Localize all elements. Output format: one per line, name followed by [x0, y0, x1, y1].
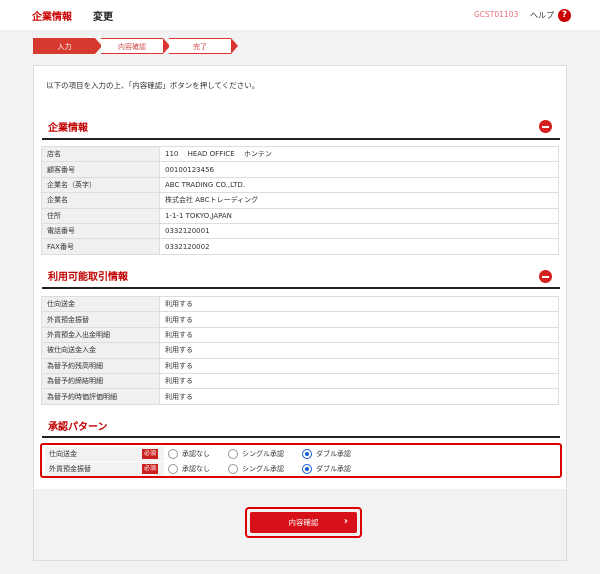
help-label: ヘルプ: [530, 11, 554, 20]
table-row: FAX番号 0332120002: [41, 238, 559, 255]
table-row: 企業名（英字） ABC TRADING CO.,LTD.: [41, 176, 559, 194]
row-value: 1-1-1 TOKYO,JAPAN: [159, 207, 559, 224]
table-row: 為替予約残高明細 利用する: [41, 357, 559, 374]
row-label: 外貨預金入出金明細: [41, 326, 160, 344]
row-label: 企業名（英字）: [41, 176, 160, 194]
row-value: ABC TRADING CO.,LTD.: [159, 176, 559, 194]
radio-double-approval[interactable]: ダブル承認: [302, 449, 351, 459]
radio-button-selected[interactable]: [302, 464, 313, 474]
section-divider: [42, 287, 560, 289]
table-row: 店名 110 HEAD OFFICE ホンテン: [41, 145, 559, 163]
approval-pattern-box: 仕向送金 必須 承認なし シングル承認 ダブル承認 外貨預金振替 必須 承認なし…: [40, 443, 562, 478]
section-divider: [42, 436, 560, 438]
radio-single-approval[interactable]: シングル承認: [228, 464, 284, 474]
radio-no-approval[interactable]: 承認なし: [168, 449, 210, 459]
row-label: 被仕向送金入金: [41, 342, 160, 359]
collapse-transactions-icon[interactable]: [539, 270, 552, 283]
row-value: 利用する: [159, 372, 559, 390]
approval-row-remittance: 仕向送金 必須 承認なし シングル承認 ダブル承認: [45, 447, 557, 461]
collapse-company-info-icon[interactable]: [539, 120, 552, 133]
row-value: 利用する: [159, 342, 559, 359]
row-label: FAX番号: [41, 238, 160, 255]
radio-double-approval[interactable]: ダブル承認: [302, 464, 351, 474]
row-value: 利用する: [159, 357, 559, 374]
chevron-right-icon: ›: [343, 516, 348, 527]
approval-title: 承認パターン: [48, 422, 108, 433]
screen-id: GCST01103: [474, 10, 519, 19]
page-title: 企業情報: [32, 12, 72, 23]
instruction-text: 以下の項目を入力の上、「内容確認」ボタンを押してください。: [46, 81, 260, 90]
approval-radio-group: 承認なし シングル承認 ダブル承認: [164, 447, 557, 461]
row-label: 企業名: [41, 192, 160, 209]
row-label: 顧客番号: [41, 161, 160, 178]
main-panel: 以下の項目を入力の上、「内容確認」ボタンを押してください。 企業情報 店名 110…: [33, 65, 567, 561]
help-icon: ?: [558, 9, 571, 22]
radio-label: 承認なし: [182, 465, 211, 473]
approval-row-label: 外貨預金振替: [49, 465, 91, 473]
radio-label: シングル承認: [242, 465, 285, 473]
row-value: 利用する: [159, 326, 559, 344]
radio-button-selected[interactable]: [302, 449, 313, 459]
confirm-button[interactable]: 内容確認 ›: [250, 512, 357, 533]
row-value: 00100123456: [159, 161, 559, 178]
table-row: 仕向送金 利用する: [41, 295, 559, 313]
radio-button[interactable]: [228, 464, 239, 474]
row-label: 仕向送金: [41, 295, 160, 313]
top-bar: 企業情報 変更 GCST01103 ヘルプ ?: [0, 0, 600, 30]
row-label: 外貨預金振替: [41, 311, 160, 328]
table-row: 住所 1-1-1 TOKYO,JAPAN: [41, 207, 559, 224]
step-confirm: 内容確認: [101, 38, 170, 54]
confirm-button-label: 内容確認: [288, 518, 319, 527]
row-label: 為替予約締結明細: [41, 372, 160, 390]
approval-row-label: 仕向送金: [49, 450, 77, 458]
table-row: 外貨預金入出金明細 利用する: [41, 326, 559, 344]
approval-radio-group: 承認なし シングル承認 ダブル承認: [164, 462, 557, 476]
table-row: 被仕向送金入金 利用する: [41, 342, 559, 359]
radio-label: 承認なし: [182, 450, 211, 458]
row-label: 為替予約時価評価明細: [41, 388, 160, 405]
row-value: 0332120001: [159, 222, 559, 240]
row-label: 住所: [41, 207, 160, 224]
company-info-table: 店名 110 HEAD OFFICE ホンテン 顧客番号 00100123456 企…: [41, 145, 559, 255]
action-area: 内容確認 ›: [34, 489, 566, 560]
table-row: 電話番号 0332120001: [41, 222, 559, 240]
row-value: 110 HEAD OFFICE ホンテン: [159, 145, 559, 163]
transactions-table: 仕向送金 利用する 外貨預金振替 利用する 外貨預金入出金明細 利用する 被仕向送金入…: [41, 295, 559, 405]
table-row: 為替予約時価評価明細 利用する: [41, 388, 559, 405]
company-info-title: 企業情報: [48, 123, 88, 134]
table-row: 顧客番号 00100123456: [41, 161, 559, 178]
radio-no-approval[interactable]: 承認なし: [168, 464, 210, 474]
radio-label: シングル承認: [242, 450, 285, 458]
radio-label: ダブル承認: [316, 450, 352, 458]
row-value: 利用する: [159, 311, 559, 328]
step-input: 入力: [33, 38, 102, 54]
section-divider: [42, 138, 560, 140]
row-value: 利用する: [159, 388, 559, 405]
radio-button[interactable]: [168, 449, 179, 459]
progress-steps: 入力 内容確認 完了: [33, 38, 238, 54]
radio-single-approval[interactable]: シングル承認: [228, 449, 284, 459]
required-badge: 必須: [142, 449, 159, 459]
radio-button[interactable]: [228, 449, 239, 459]
row-value: 0332120002: [159, 238, 559, 255]
approval-row-fx-transfer: 外貨預金振替 必須 承認なし シングル承認 ダブル承認: [45, 462, 557, 476]
row-label: 電話番号: [41, 222, 160, 240]
help-link[interactable]: ヘルプ ?: [530, 9, 571, 22]
step-complete: 完了: [169, 38, 238, 54]
row-value: 株式会社 ABCトレーディング: [159, 192, 559, 209]
transactions-title: 利用可能取引情報: [48, 272, 128, 283]
row-value: 利用する: [159, 295, 559, 313]
radio-label: ダブル承認: [316, 465, 352, 473]
row-label: 為替予約残高明細: [41, 357, 160, 374]
required-badge: 必須: [142, 464, 159, 474]
confirm-button-highlight: 内容確認 ›: [245, 507, 362, 538]
row-label: 店名: [41, 145, 160, 163]
radio-button[interactable]: [168, 464, 179, 474]
table-row: 外貨預金振替 利用する: [41, 311, 559, 328]
table-row: 企業名 株式会社 ABCトレーディング: [41, 192, 559, 209]
page-subtitle: 変更: [93, 12, 113, 23]
table-row: 為替予約締結明細 利用する: [41, 372, 559, 390]
